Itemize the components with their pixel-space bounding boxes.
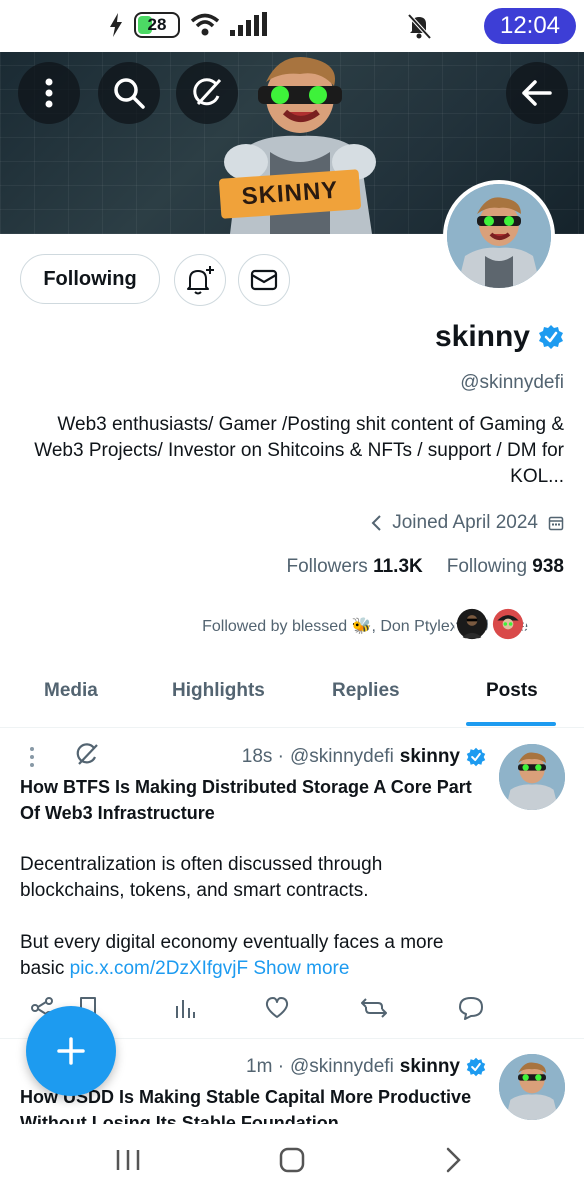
- search-icon: [114, 78, 145, 109]
- following-stat[interactable]: Following 938: [447, 556, 564, 578]
- show-more-link[interactable]: Show more: [253, 958, 349, 979]
- verified-icon: [466, 747, 486, 767]
- profile-handle: @skinnydefi: [460, 372, 564, 393]
- following-label: Following: [446, 556, 528, 577]
- home-icon[interactable]: [278, 1146, 306, 1174]
- chevron-left-icon[interactable]: [370, 514, 382, 532]
- display-name: skinny: [434, 320, 530, 353]
- clock-time: 12:04: [499, 12, 561, 39]
- post-avatar[interactable]: [499, 1054, 565, 1120]
- avatar-image: [499, 1054, 565, 1120]
- plus-icon: [57, 1037, 85, 1065]
- mail-icon: [250, 269, 278, 291]
- search-button[interactable]: [98, 62, 160, 124]
- post-paragraph: But every digital economy eventually fac…: [20, 930, 484, 982]
- tab-posts[interactable]: Posts: [486, 680, 538, 702]
- tab-replies[interactable]: Replies: [332, 680, 400, 702]
- more-vertical-icon: [45, 78, 53, 108]
- status-left: 28: [108, 12, 268, 38]
- post-author-name[interactable]: skinny: [400, 1056, 460, 1078]
- profile-tabs: Media Highlights Replies Posts: [0, 660, 584, 728]
- battery-indicator: 28: [134, 12, 180, 38]
- battery-level: 28: [147, 15, 167, 34]
- post-meta: 1m · @skinnydefi skinny: [246, 1056, 486, 1078]
- post-title: How BTFS Is Making Distributed Storage A…: [20, 777, 472, 823]
- wifi-icon: [190, 13, 220, 36]
- analytics-icon[interactable]: [174, 996, 196, 1020]
- arrow-right-icon: [522, 80, 552, 106]
- grok-icon[interactable]: [74, 742, 100, 768]
- post-handle: @skinnydefi: [290, 746, 394, 767]
- display-name-row: skinny: [435, 320, 564, 354]
- avatar-image: [499, 744, 565, 810]
- signal-icon: [230, 12, 267, 36]
- calendar-icon: [548, 516, 564, 531]
- post-time: 1m ·: [246, 1056, 285, 1077]
- status-bar: 28 12:04: [0, 0, 584, 52]
- recent-apps-icon[interactable]: [114, 1146, 142, 1174]
- following-button[interactable]: Following: [20, 254, 160, 304]
- joined-date-row: Joined April 2024: [370, 512, 564, 534]
- mute-icon: [405, 12, 433, 45]
- followers-stat[interactable]: Followers 11.3K: [287, 556, 423, 578]
- follower-avatar: [454, 606, 490, 642]
- banner-label-text: SKINNY: [240, 176, 340, 211]
- following-count: 938: [532, 556, 564, 577]
- reply-icon[interactable]: [458, 996, 484, 1020]
- grok-icon: [193, 78, 222, 106]
- profile-avatar[interactable]: [443, 180, 555, 292]
- avatar-image: [447, 184, 551, 288]
- followers-label: Followers: [286, 556, 368, 577]
- more-options-button[interactable]: [18, 62, 80, 124]
- follower-avatar: [490, 606, 526, 642]
- repost-icon[interactable]: [360, 996, 388, 1020]
- tab-media[interactable]: Media: [44, 680, 98, 702]
- following-button-label: Following: [43, 267, 137, 290]
- post-time: 18s ·: [241, 746, 285, 767]
- charging-icon: [110, 13, 122, 37]
- profile-bio: Web3 enthusiasts/ Gamer /Posting shit co…: [34, 414, 564, 487]
- back-button[interactable]: [506, 62, 568, 124]
- post-author-name[interactable]: skinny: [400, 746, 460, 768]
- post-paragraph: Decentralization is often discussed thro…: [20, 854, 383, 901]
- post-link[interactable]: pic.x.com/2DzXIfgvjF: [70, 958, 248, 979]
- active-tab-indicator: [466, 722, 556, 726]
- like-icon[interactable]: [264, 996, 290, 1020]
- follow-stats: Followers 11.3K Following 938: [287, 556, 565, 578]
- post-handle: @skinnydefi: [290, 1056, 394, 1077]
- followers-count: 11.3K: [373, 556, 423, 577]
- grok-button[interactable]: [176, 62, 238, 124]
- clock: 12:04: [484, 8, 576, 44]
- back-nav-icon[interactable]: [444, 1146, 464, 1174]
- verified-icon: [466, 1057, 486, 1077]
- message-button[interactable]: [238, 254, 290, 306]
- post-avatar[interactable]: [499, 744, 565, 810]
- more-vertical-icon[interactable]: [28, 746, 36, 768]
- tab-highlights[interactable]: Highlights: [172, 680, 265, 702]
- joined-date: Joined April 2024: [392, 512, 538, 533]
- post-meta: 18s · @skinnydefi skinny: [242, 746, 486, 768]
- verified-icon: [539, 325, 563, 349]
- system-nav-bar: [0, 1128, 584, 1200]
- bell-plus-icon: [187, 266, 214, 295]
- compose-button[interactable]: [26, 1006, 116, 1096]
- notifications-button[interactable]: [174, 254, 226, 306]
